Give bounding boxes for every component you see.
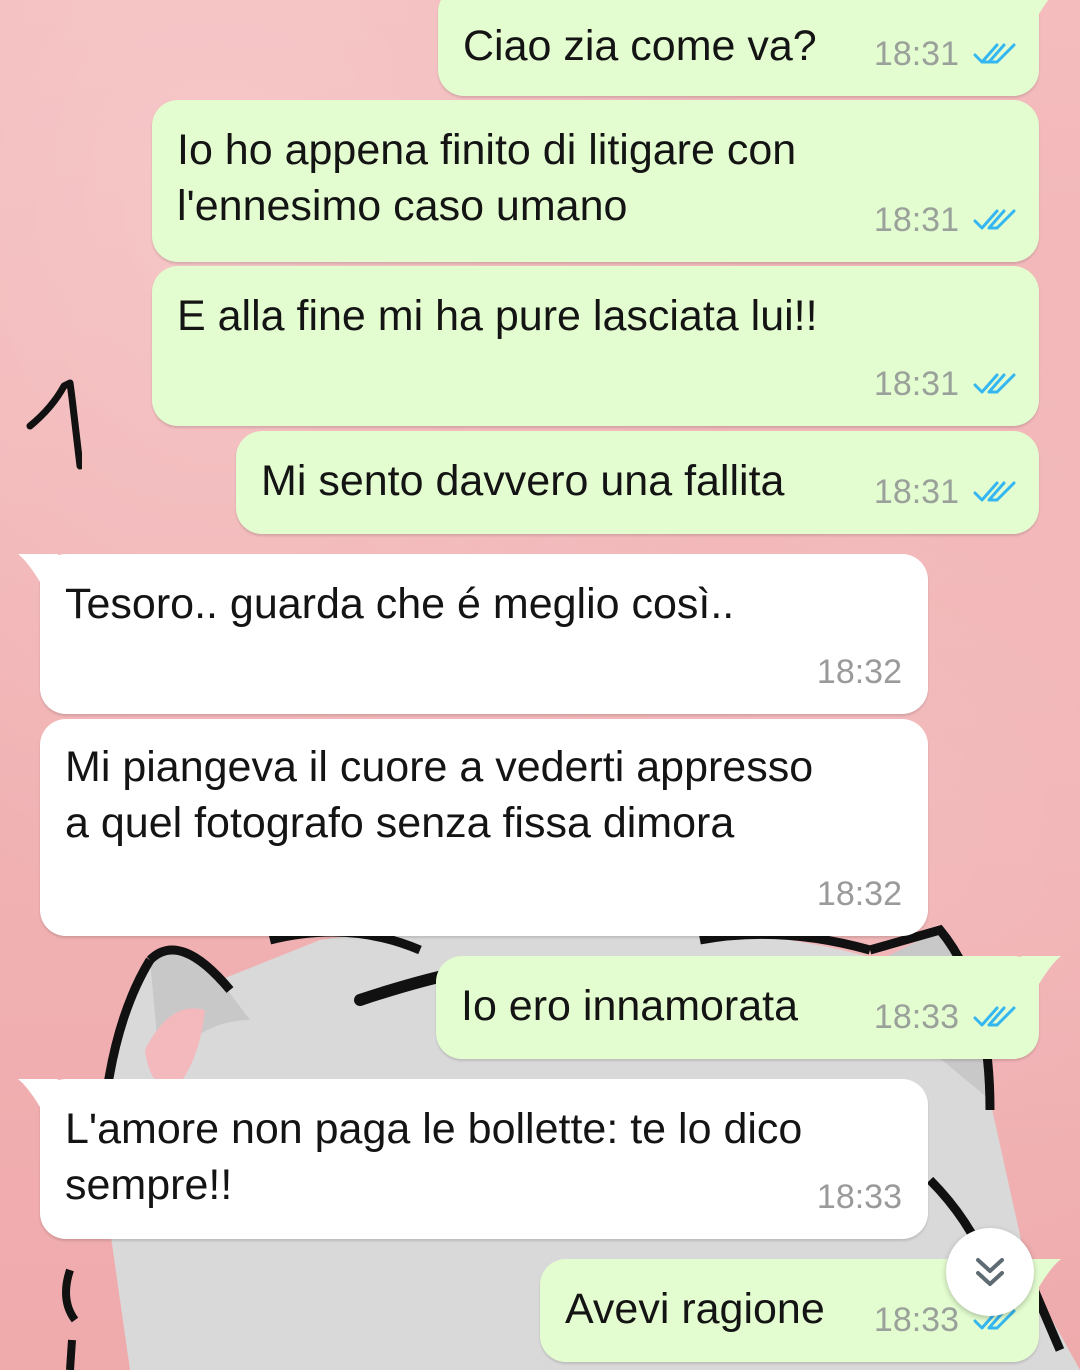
bubble-tail bbox=[1021, 956, 1061, 986]
outgoing-message[interactable]: Io ho appena finito di litigare con l'en… bbox=[152, 100, 1039, 262]
message-time: 18:32 bbox=[816, 653, 902, 691]
bubble-tail bbox=[1021, 0, 1049, 16]
outgoing-message[interactable]: Ciao zia come va? 18:31 bbox=[438, 0, 1049, 96]
incoming-message[interactable]: Mi piangeva il cuore a vederti appresso … bbox=[40, 719, 928, 936]
double-check-icon bbox=[973, 209, 1016, 230]
double-check-icon bbox=[973, 373, 1016, 394]
double-check-icon bbox=[973, 43, 1016, 64]
message-time: 18:31 bbox=[873, 365, 959, 403]
double-check-icon bbox=[973, 1006, 1016, 1027]
message-time: 18:33 bbox=[816, 1178, 902, 1216]
message-time: 18:31 bbox=[873, 473, 959, 511]
message-time: 18:31 bbox=[873, 201, 959, 239]
outgoing-message[interactable]: E alla fine mi ha pure lasciata lui!! 18… bbox=[152, 266, 1039, 426]
message-text: Tesoro.. guarda che é meglio così.. bbox=[65, 580, 735, 628]
message-time: 18:31 bbox=[873, 35, 959, 73]
bubble-tail bbox=[18, 1079, 58, 1109]
message-text: L'amore non paga le bollette: te lo dico… bbox=[65, 1105, 803, 1209]
chevron-double-down-icon bbox=[976, 1258, 1004, 1286]
incoming-message[interactable]: Tesoro.. guarda che é meglio così.. 18:3… bbox=[18, 554, 928, 714]
scroll-to-bottom-button[interactable] bbox=[946, 1228, 1034, 1316]
incoming-message[interactable]: L'amore non paga le bollette: te lo dico… bbox=[18, 1079, 928, 1239]
message-time: 18:33 bbox=[873, 998, 959, 1036]
message-text: E alla fine mi ha pure lasciata lui!! bbox=[177, 292, 818, 340]
bubble-tail bbox=[18, 554, 58, 584]
double-check-icon bbox=[973, 481, 1016, 502]
outgoing-message[interactable]: Io ero innamorata 18:33 bbox=[436, 956, 1061, 1059]
message-time: 18:33 bbox=[873, 1301, 959, 1339]
message-list[interactable]: Ciao zia come va? 18:31 Io ho appena fin… bbox=[0, 0, 1080, 1370]
message-time: 18:32 bbox=[816, 875, 902, 913]
outgoing-message[interactable]: Mi sento davvero una fallita 18:31 bbox=[236, 431, 1039, 534]
message-text: Mi piangeva il cuore a vederti appresso … bbox=[65, 743, 814, 847]
